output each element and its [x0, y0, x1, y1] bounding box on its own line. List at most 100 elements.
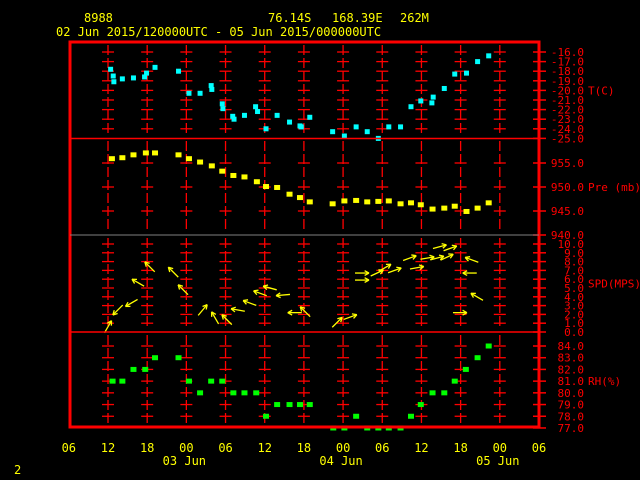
wind-arrow — [464, 256, 479, 263]
pressure-point — [463, 208, 470, 214]
y-tick-label: -25.0 — [551, 132, 584, 145]
y-tick-label: 945.0 — [551, 205, 584, 218]
pressure-point — [286, 191, 293, 197]
longitude: 168.39E — [332, 11, 383, 25]
pressure-point — [197, 159, 204, 165]
temperature-point — [475, 59, 481, 65]
rh-point — [197, 390, 204, 396]
wind-arrow-head — [263, 284, 269, 287]
wind-arrow — [409, 264, 425, 271]
rh-point — [175, 355, 182, 361]
station-id: 8988 — [84, 11, 113, 25]
temperature-point — [108, 66, 114, 72]
x-tick-label: 06 — [62, 441, 76, 455]
x-tick-label: 18 — [453, 441, 467, 455]
x-tick-label: 06 — [218, 441, 232, 455]
temperature-point — [197, 90, 203, 96]
header: 8988 76.14S 168.39E 262M 02 Jun 2015/120… — [56, 11, 429, 39]
rh-point — [219, 378, 226, 384]
pressure-point — [208, 163, 215, 169]
x-tick-label: 00 — [493, 441, 507, 455]
pressure-point — [230, 172, 237, 178]
rh-point — [152, 355, 159, 361]
time-range: 02 Jun 2015/120000UTC - 05 Jun 2015/0000… — [56, 25, 381, 39]
wind-arrow — [230, 306, 245, 313]
x-tick-label: 06 — [375, 441, 389, 455]
temperature-point — [119, 76, 125, 82]
temperature-point — [255, 109, 261, 115]
rh-point — [253, 390, 260, 396]
temperature-point — [220, 106, 226, 112]
x-tick-label: 06 — [532, 441, 546, 455]
pressure-point — [306, 199, 313, 205]
pressure-point — [441, 205, 448, 211]
rh-point — [353, 413, 360, 419]
pressure-point — [485, 200, 492, 206]
pressure-point — [474, 205, 481, 211]
axis-title-temperature: T(C) — [588, 84, 615, 97]
wind-arrow — [262, 284, 277, 291]
wind-arrow — [387, 266, 402, 274]
rh-point — [462, 366, 469, 372]
axis-title-wind-speed: SPD(MPS) — [588, 278, 640, 291]
wind-arrow — [112, 304, 124, 316]
pressure-point — [429, 206, 436, 212]
pressure-point — [219, 168, 226, 174]
y-tick-label: 77.0 — [558, 422, 585, 435]
temperature-point — [111, 79, 117, 85]
wind-arrow — [355, 270, 370, 277]
pressure-point — [364, 199, 371, 205]
wind-arrow — [299, 306, 311, 318]
wind-arrow — [131, 278, 145, 287]
y-tick-label: 950.0 — [551, 181, 584, 194]
pressure-point — [185, 156, 192, 162]
pressure-point — [375, 198, 382, 204]
wind-arrow-shaft — [331, 316, 343, 328]
temperature-point — [364, 129, 370, 135]
pressure-point — [130, 152, 137, 158]
temperature-point — [253, 104, 259, 110]
temperature-point — [463, 70, 469, 76]
pressure-point — [329, 201, 336, 207]
pressure-point — [296, 195, 303, 201]
rh-point — [451, 378, 458, 384]
y-tick-label: 0.0 — [564, 326, 584, 339]
wind-arrow-shaft — [167, 266, 179, 278]
rh-point — [130, 366, 137, 372]
temperature-point — [176, 68, 182, 74]
x-tick-label: 18 — [297, 441, 311, 455]
rh-point — [241, 390, 248, 396]
temperature-point — [386, 124, 392, 130]
wind-arrow — [462, 270, 477, 277]
rh-point — [208, 378, 215, 384]
pressure-point — [397, 201, 404, 207]
wind-arrow-head — [253, 289, 259, 292]
x-tick-label: 12 — [101, 441, 115, 455]
axis-title-rh: RH(%) — [588, 375, 621, 388]
temperature-point — [231, 116, 237, 122]
rh-point — [485, 343, 492, 349]
pressure-point — [108, 156, 115, 162]
wind-arrow-shaft — [299, 306, 311, 318]
rh-point — [263, 413, 270, 419]
x-date-label: 04 Jun — [319, 454, 362, 468]
pressure-point — [385, 198, 392, 204]
pressure-point — [241, 174, 248, 180]
rh-point — [185, 378, 192, 384]
x-date-label: 05 Jun — [476, 454, 519, 468]
pressure-point — [142, 150, 149, 156]
rh-point — [230, 390, 237, 396]
rh-point — [306, 402, 313, 408]
rh-point — [119, 378, 126, 384]
rh-point — [474, 355, 481, 361]
pressure-point — [417, 202, 424, 208]
temperature-point — [144, 70, 150, 76]
temperature-point — [263, 126, 269, 132]
x-date-label: 03 Jun — [163, 454, 206, 468]
pressure-point — [253, 179, 260, 185]
wind-arrow-head — [230, 306, 236, 310]
pressure-point — [274, 184, 281, 190]
pressure-point — [407, 200, 414, 206]
rh-point — [441, 390, 448, 396]
x-tick-label: 00 — [179, 441, 193, 455]
